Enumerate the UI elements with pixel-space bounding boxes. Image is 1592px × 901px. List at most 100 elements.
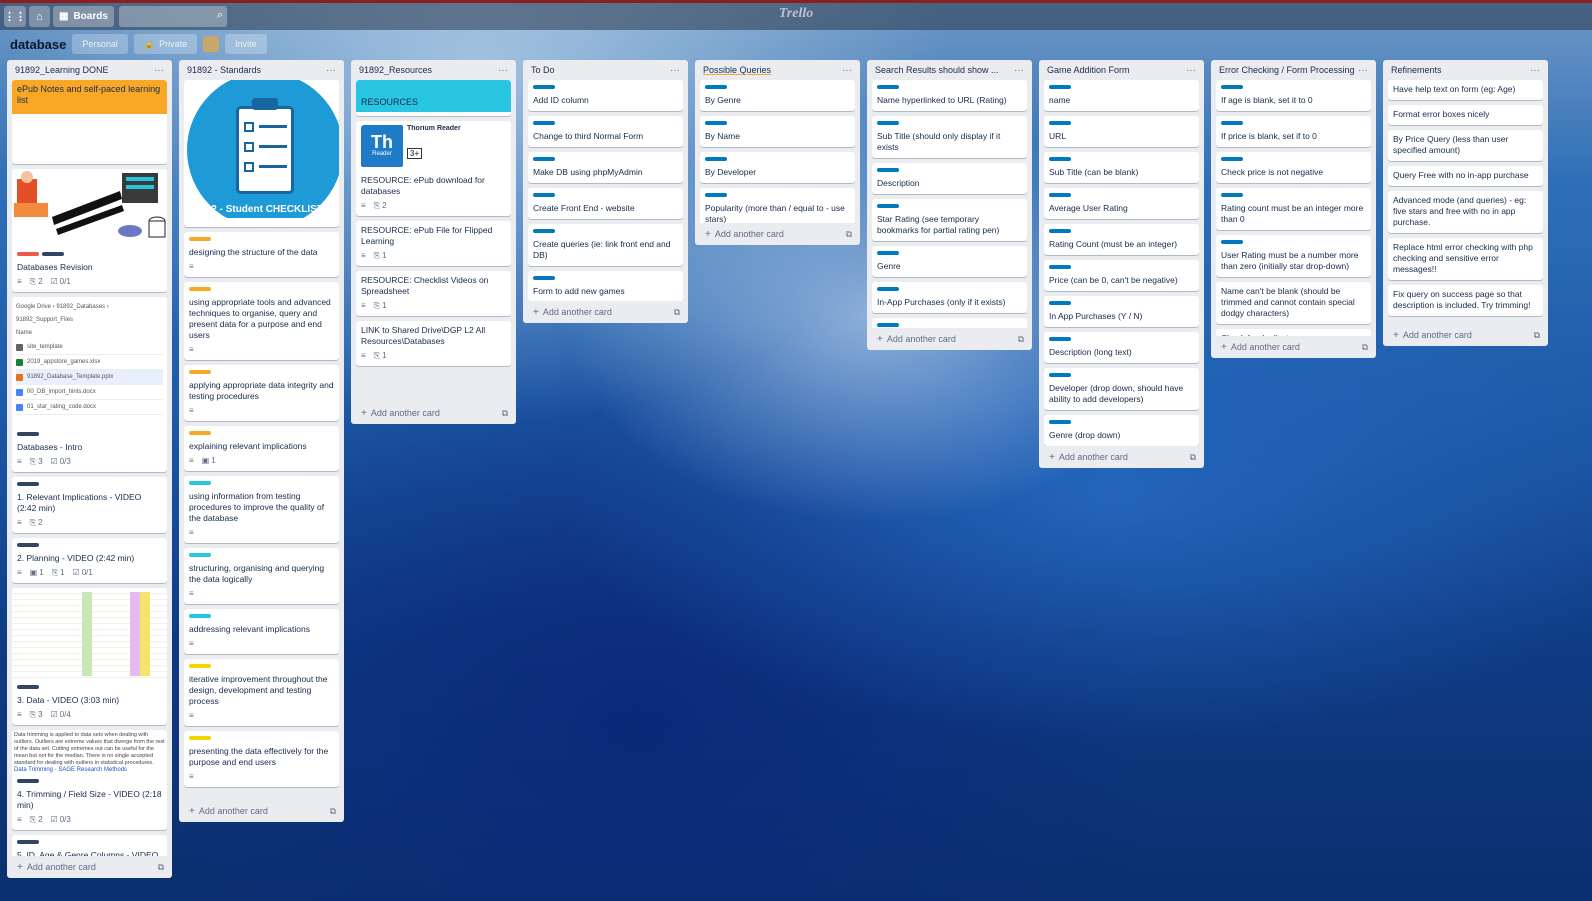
label-dark[interactable] [17, 543, 39, 547]
label-blue[interactable] [1049, 373, 1071, 377]
card[interactable]: Add ID column [528, 80, 683, 111]
list-header[interactable]: Game Addition Form ··· [1039, 60, 1204, 80]
card-template-icon[interactable]: ⧉ [1534, 330, 1540, 341]
home-button[interactable]: ⌂ [29, 6, 50, 27]
card-template-icon[interactable]: ⧉ [1362, 342, 1368, 353]
label-blue[interactable] [1221, 240, 1243, 244]
label-blue[interactable] [1049, 157, 1071, 161]
list-menu-icon[interactable]: ··· [498, 65, 508, 76]
card[interactable]: Rating count must be an integer more tha… [1216, 188, 1371, 230]
search-input[interactable]: ⌕ [118, 6, 227, 27]
card[interactable]: Change to third Normal Form [528, 116, 683, 147]
list-title[interactable]: Possible Queries [703, 65, 771, 75]
card[interactable]: 91892 - Student CHECKLIST [184, 80, 339, 227]
card[interactable]: If age is blank, set it to 0 [1216, 80, 1371, 111]
card[interactable]: Description (long text) [1044, 332, 1199, 363]
list-header[interactable]: Possible Queries ··· [695, 60, 860, 80]
invite-button[interactable]: Invite [225, 34, 267, 54]
avatar[interactable] [203, 36, 220, 52]
label-blue[interactable] [705, 157, 727, 161]
label-orange[interactable] [189, 237, 211, 241]
list-header[interactable]: Refinements ··· [1383, 60, 1548, 80]
add-card-button[interactable]: + Add another card ⧉ [695, 223, 860, 245]
label-blue[interactable] [1049, 193, 1071, 197]
label-dark[interactable] [42, 252, 64, 256]
label-blue[interactable] [1049, 229, 1071, 233]
card[interactable]: Price (says 'Free' if prices is $0.00 [872, 318, 1027, 328]
list-menu-icon[interactable]: ··· [326, 65, 336, 76]
add-card-button[interactable]: + Add another card ⧉ [1383, 324, 1548, 346]
add-card-button[interactable]: + Add another card ⧉ [351, 402, 516, 424]
label-blue[interactable] [533, 121, 555, 125]
list-header[interactable]: Error Checking / Form Processing ··· [1211, 60, 1376, 80]
list-menu-icon[interactable]: ··· [1530, 65, 1540, 76]
list-title[interactable]: Game Addition Form [1047, 65, 1130, 75]
list-header[interactable]: To Do ··· [523, 60, 688, 80]
board-title[interactable]: database [10, 37, 66, 52]
card[interactable]: Create queries (ie: link front end and D… [528, 224, 683, 266]
card[interactable]: Name hyperlinked to URL (Rating) [872, 80, 1027, 111]
label-blue[interactable] [877, 323, 899, 327]
label-blue[interactable] [1049, 265, 1071, 269]
label-blue[interactable] [877, 204, 899, 208]
label-blue[interactable] [877, 251, 899, 255]
card[interactable]: 5. ID, Age & Genre Columns - VIDEO (2:45… [12, 835, 167, 856]
card[interactable]: using appropriate tools and advanced tec… [184, 282, 339, 360]
label-blue[interactable] [533, 193, 555, 197]
card[interactable]: Create Front End - website [528, 188, 683, 219]
label-blue[interactable] [877, 121, 899, 125]
card[interactable]: Databases Revision ≡ ⎘ 2 ☑ 0/1 [12, 169, 167, 292]
card-template-icon[interactable]: ⧉ [1190, 452, 1196, 463]
list-title[interactable]: Error Checking / Form Processing [1219, 65, 1355, 75]
card[interactable]: Developer (drop down, should have abilit… [1044, 368, 1199, 410]
card[interactable]: Genre (drop down) [1044, 415, 1199, 446]
apps-grid-button[interactable]: ⋮⋮ [4, 6, 26, 27]
card[interactable]: Form to add new games [528, 271, 683, 301]
list-header[interactable]: Search Results should show ... ··· [867, 60, 1032, 80]
label-blue[interactable] [1049, 121, 1071, 125]
label-orange[interactable] [189, 431, 211, 435]
card[interactable]: Advanced mode (and queries) - eg: five s… [1388, 191, 1543, 233]
card[interactable]: ePub Notes and self-paced learning list [12, 80, 167, 164]
card[interactable]: presenting the data effectively for the … [184, 731, 339, 787]
card[interactable]: Format error boxes nicely [1388, 105, 1543, 125]
label-blue[interactable] [533, 85, 555, 89]
card[interactable]: URL [1044, 116, 1199, 147]
card[interactable]: Make DB using phpMyAdmin [528, 152, 683, 183]
card[interactable]: RESOURCE: Checklist Videos on Spreadshee… [356, 271, 511, 316]
card[interactable]: 1. Relevant Implications - VIDEO (2:42 m… [12, 477, 167, 533]
card[interactable]: LINK to Shared Drive\DGP L2 All Resource… [356, 321, 511, 366]
card[interactable]: Query Free with no in-app purchase [1388, 166, 1543, 186]
card[interactable]: designing the structure of the data ≡ [184, 232, 339, 277]
card[interactable]: applying appropriate data integrity and … [184, 365, 339, 421]
card-template-icon[interactable]: ⧉ [502, 408, 508, 419]
card[interactable]: In App Purchases (Y / N) [1044, 296, 1199, 327]
label-blue[interactable] [877, 85, 899, 89]
list-title[interactable]: Refinements [1391, 65, 1442, 75]
card[interactable]: Sub Title (can be blank) [1044, 152, 1199, 183]
privacy-button[interactable]: 🔒 Private [133, 34, 198, 54]
list-header[interactable]: 91892_Resources ··· [351, 60, 516, 80]
label-blue[interactable] [1221, 157, 1243, 161]
label-yellow[interactable] [189, 736, 211, 740]
label-dark[interactable] [17, 840, 39, 844]
card[interactable]: By Price Query (less than user specified… [1388, 130, 1543, 161]
list-title[interactable]: 91892_Resources [359, 65, 432, 75]
card[interactable]: iterative improvement throughout the des… [184, 659, 339, 726]
card[interactable]: RESOURCES [356, 80, 511, 116]
card[interactable]: Average User Rating [1044, 188, 1199, 219]
card[interactable]: Replace html error checking with php che… [1388, 238, 1543, 280]
add-card-button[interactable]: + Add another card ⧉ [867, 328, 1032, 350]
card-template-icon[interactable]: ⧉ [846, 229, 852, 240]
card[interactable]: Star Rating (see temporary bookmarks for… [872, 199, 1027, 241]
card-template-icon[interactable]: ⧉ [158, 862, 164, 873]
card[interactable]: Description [872, 163, 1027, 194]
add-card-button[interactable]: + Add another card ⧉ [1039, 446, 1204, 468]
list-menu-icon[interactable]: ··· [1186, 65, 1196, 76]
card[interactable]: RESOURCE: ePub File for Flipped Learning… [356, 221, 511, 266]
list-menu-icon[interactable]: ··· [1014, 65, 1024, 76]
card[interactable]: Th Reader Thorium Reader 3+ RESOURCE: ePub d… [356, 121, 511, 216]
card[interactable]: By Developer [700, 152, 855, 183]
team-visibility-button[interactable]: Personal [72, 34, 128, 54]
label-cyan[interactable] [189, 614, 211, 618]
